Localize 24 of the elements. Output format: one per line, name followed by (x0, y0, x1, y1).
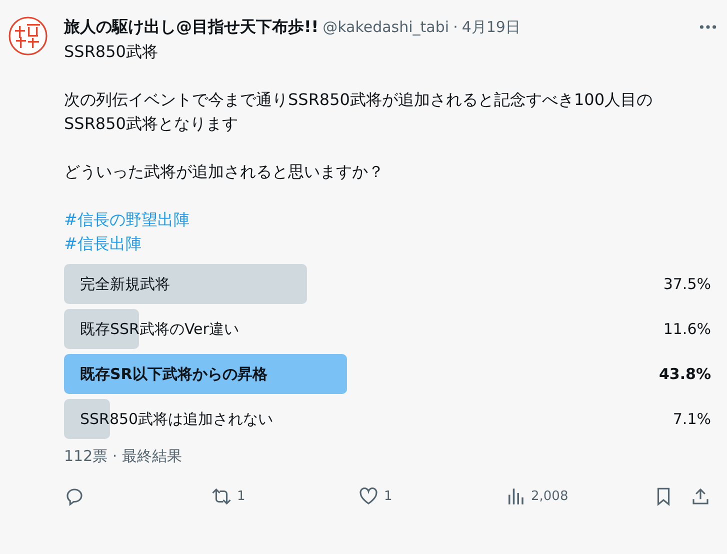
share-icon[interactable] (690, 486, 711, 507)
poll-percent: 43.8% (658, 365, 711, 383)
action-count: 2,008 (531, 489, 568, 504)
author-name[interactable]: 旅人の駆け出し@目指せ天下布歩!! (64, 16, 319, 38)
poll-summary: 112票 · 最終結果 (64, 447, 183, 466)
repost-icon[interactable] (211, 486, 232, 507)
author-handle[interactable]: @kakedashi_tabi (322, 18, 450, 36)
tweet-text: SSR850武将 (64, 41, 159, 63)
poll-percent: 11.6% (663, 320, 711, 338)
poll-percent: 7.1% (672, 410, 711, 428)
heart-icon[interactable] (358, 486, 379, 507)
poll-percent: 37.5% (663, 275, 711, 293)
poll-option: 既存SSR武将のVer違い (64, 320, 239, 338)
separator: · (453, 18, 458, 36)
action-count: 1 (384, 489, 392, 504)
tweet-text: 次の列伝イベントで今まで通りSSR850武将が追加されると記念すべき100人目のSSR850武将となります (64, 89, 654, 135)
reply-icon[interactable] (64, 486, 85, 507)
action-count: 1 (237, 489, 246, 504)
poll-option: 完全新規武将 (64, 274, 170, 294)
more-icon[interactable] (699, 24, 717, 30)
tweet-text: どういった武将が追加されると思いますか？ (64, 161, 385, 183)
poll-option: SSR850武将は追加されない (64, 410, 274, 428)
post-date[interactable]: 4月19日 (462, 18, 520, 36)
poll-option: 既存SR以下武将からの昇格 (64, 364, 268, 384)
